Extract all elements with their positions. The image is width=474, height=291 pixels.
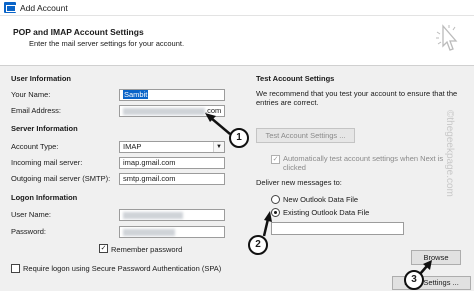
new-data-file-label: New Outlook Data File [283, 195, 359, 204]
test-settings-description: We recommend that you test your account … [256, 89, 458, 107]
header-title: POP and IMAP Account Settings [13, 27, 144, 37]
data-file-path-input[interactable] [271, 222, 404, 235]
account-type-label: Account Type: [11, 142, 59, 151]
auto-test-checkbox[interactable]: ✓ [271, 155, 280, 164]
cursor-pointer-icon [436, 24, 458, 51]
account-type-value: IMAP [123, 142, 142, 151]
annotation-1: 1 [229, 128, 249, 148]
annotation-2: 2 [248, 235, 268, 255]
password-input[interactable] [119, 226, 225, 238]
window-title: Add Account [20, 3, 68, 13]
outgoing-server-input[interactable]: smtp.gmail.com [119, 173, 225, 185]
your-name-input[interactable]: Sambit [119, 89, 225, 101]
logon-info-heading: Logon Information [11, 193, 78, 202]
existing-data-file-radio[interactable] [271, 208, 280, 217]
email-address-label: Email Address: [11, 106, 62, 115]
test-account-settings-button[interactable]: Test Account Settings ... [256, 128, 355, 143]
header-subtitle: Enter the mail server settings for your … [29, 39, 185, 48]
password-label: Password: [11, 227, 47, 236]
server-info-heading: Server Information [11, 124, 78, 133]
email-blurred-text [123, 107, 205, 115]
email-suffix: .com [205, 106, 222, 115]
auto-test-label: Automatically test account settings when… [283, 154, 444, 172]
remember-password-label: Remember password [111, 245, 183, 254]
user-name-label: User Name: [11, 210, 52, 219]
remember-password-checkbox[interactable]: ✓ [99, 244, 108, 253]
user-info-heading: User Information [11, 74, 72, 83]
watermark: ©thegeekpage.com [444, 110, 455, 197]
browse-button[interactable]: Browse [411, 250, 461, 265]
incoming-server-input[interactable]: imap.gmail.com [119, 157, 225, 169]
email-address-input[interactable]: .com [119, 105, 225, 117]
dialog-header: POP and IMAP Account Settings Enter the … [0, 16, 474, 66]
title-bar: Add Account [0, 0, 474, 16]
arrow-to-email [210, 117, 231, 135]
incoming-server-label: Incoming mail server: [11, 158, 83, 167]
annotation-3: 3 [404, 270, 424, 290]
your-name-value: Sambit [123, 90, 149, 99]
password-masked-text [123, 228, 175, 236]
spa-checkbox[interactable] [11, 264, 20, 273]
test-settings-heading: Test Account Settings [256, 74, 335, 83]
arrow-to-radio [262, 218, 270, 237]
chevron-down-icon[interactable]: ▼ [213, 142, 224, 152]
your-name-label: Your Name: [11, 90, 51, 99]
account-type-select[interactable]: IMAP ▼ [119, 141, 225, 153]
spa-label: Require logon using Secure Password Auth… [23, 264, 222, 273]
outlook-icon [4, 2, 16, 13]
outgoing-server-label: Outgoing mail server (SMTP): [11, 174, 111, 183]
user-name-input[interactable] [119, 209, 225, 221]
existing-data-file-label: Existing Outlook Data File [283, 208, 370, 217]
username-blurred-text [123, 211, 183, 219]
new-data-file-radio[interactable] [271, 195, 280, 204]
deliver-heading: Deliver new messages to: [256, 178, 342, 187]
